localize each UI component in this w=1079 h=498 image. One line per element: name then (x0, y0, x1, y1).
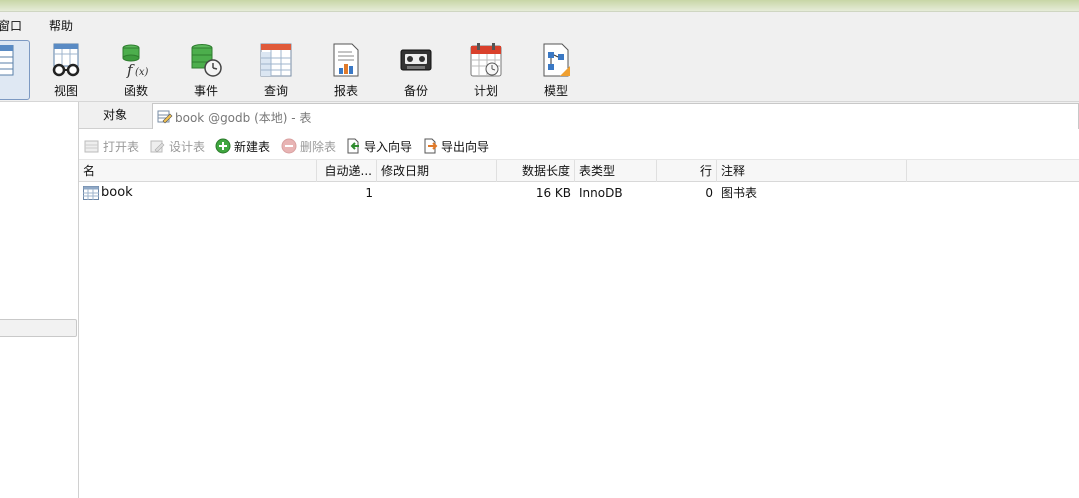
tab-book-table[interactable]: book @godb (本地) - 表 (152, 103, 1079, 129)
column-header-rows[interactable]: 行 (657, 160, 717, 182)
event-icon (191, 44, 222, 77)
object-action-bar: 打开表 设计表 新建表 删除表 导入向导 导出向导 (79, 133, 1079, 159)
tab-book-title: book @godb (本地) - 表 (175, 111, 312, 125)
toolbar-function-label: 函数 (123, 84, 148, 98)
open-table-button[interactable]: 打开表 (84, 137, 139, 155)
cell-comment: 图书表 (721, 186, 758, 200)
toolbar-report-label: 报表 (333, 84, 358, 98)
grid-header: 名 自动递... 修改日期 数据长度 表类型 行 注释 (79, 159, 1079, 182)
toolbar-event-label: 事件 (193, 84, 218, 98)
export-wizard-label: 导出向导 (441, 139, 490, 154)
design-table-icon (150, 140, 165, 153)
open-table-label: 打开表 (103, 139, 140, 154)
new-table-button[interactable]: 新建表 (215, 137, 270, 155)
import-wizard-label: 导入向导 (364, 139, 413, 154)
toolbar-view-label: 视图 (53, 84, 78, 98)
toolbar-query-label: 查询 (263, 84, 288, 98)
column-header-name[interactable]: 名 (79, 160, 317, 182)
table-row[interactable]: book 1 16 KB InnoDB 0 图书表 (79, 182, 1079, 204)
column-header-engine[interactable]: 表类型 (575, 160, 657, 182)
column-header-comment[interactable]: 注释 (717, 160, 907, 182)
cell-rows: 0 (705, 186, 713, 200)
import-wizard-button[interactable]: 导入向导 (345, 137, 412, 155)
connection-sidebar[interactable] (0, 102, 79, 498)
toolbar-model-label: 模型 (543, 84, 568, 98)
cell-name-text: book (101, 185, 133, 200)
cell-modified-date (377, 182, 497, 204)
table-edit-icon (157, 110, 173, 124)
table-icon (0, 45, 14, 76)
toolbar-model-button[interactable]: 模型 (526, 40, 586, 100)
column-header-data-length[interactable]: 数据长度 (497, 160, 575, 182)
plus-icon (215, 138, 231, 154)
backup-icon (400, 49, 432, 71)
export-wizard-button[interactable]: 导出向导 (422, 137, 489, 155)
column-header-auto-increment[interactable]: 自动递... (317, 160, 377, 182)
cell-name: book (79, 182, 317, 204)
column-header-modified-date[interactable]: 修改日期 (377, 160, 497, 182)
model-icon (543, 43, 570, 77)
menu-help[interactable]: 帮助 (49, 17, 73, 34)
toolbar-query-button[interactable]: 查询 (246, 40, 306, 100)
tab-bar: 对象 book @godb (本地) - 表 (79, 102, 1079, 129)
toolbar-backup-label: 备份 (403, 84, 428, 98)
import-icon (347, 138, 359, 154)
sidebar-scroll-thumb[interactable] (0, 319, 77, 337)
toolbar-table-button[interactable]: 表 (0, 40, 30, 100)
main-toolbar: 表 视图 f (x) 函数 (0, 38, 1079, 102)
table-list-grid: 名 自动递... 修改日期 数据长度 表类型 行 注释 book 1 16 KB… (79, 159, 1079, 498)
cell-data-length: 16 KB (535, 186, 571, 200)
toolbar-schedule-label: 计划 (473, 84, 498, 98)
toolbar-backup-button[interactable]: 备份 (386, 40, 446, 100)
tab-objects[interactable]: 对象 (79, 102, 151, 129)
cell-engine: InnoDB (579, 186, 623, 200)
toolbar-event-button[interactable]: 事件 (176, 40, 236, 100)
menu-bar: 窗口 帮助 (0, 12, 1079, 38)
function-icon: f (x) (122, 44, 149, 78)
window-title-strip (0, 0, 1079, 12)
view-icon (52, 43, 80, 77)
delete-table-button[interactable]: 删除表 (281, 137, 336, 155)
export-icon (424, 138, 438, 154)
menu-window[interactable]: 窗口 (0, 17, 22, 34)
schedule-icon (470, 43, 502, 77)
cell-auto-increment: 1 (365, 186, 373, 200)
query-icon (260, 43, 292, 77)
report-icon (333, 43, 359, 77)
svg-text:f: f (126, 61, 135, 78)
toolbar-view-button[interactable]: 视图 (36, 40, 96, 100)
open-table-icon (84, 140, 99, 153)
delete-table-label: 删除表 (300, 139, 337, 154)
design-table-label: 设计表 (169, 139, 206, 154)
new-table-label: 新建表 (234, 139, 271, 154)
table-icon (83, 186, 99, 200)
toolbar-function-button[interactable]: f (x) 函数 (106, 40, 166, 100)
minus-icon (281, 138, 297, 154)
toolbar-report-button[interactable]: 报表 (316, 40, 376, 100)
design-table-button[interactable]: 设计表 (150, 137, 205, 155)
svg-text:(x): (x) (135, 67, 149, 78)
toolbar-schedule-button[interactable]: 计划 (456, 40, 516, 100)
